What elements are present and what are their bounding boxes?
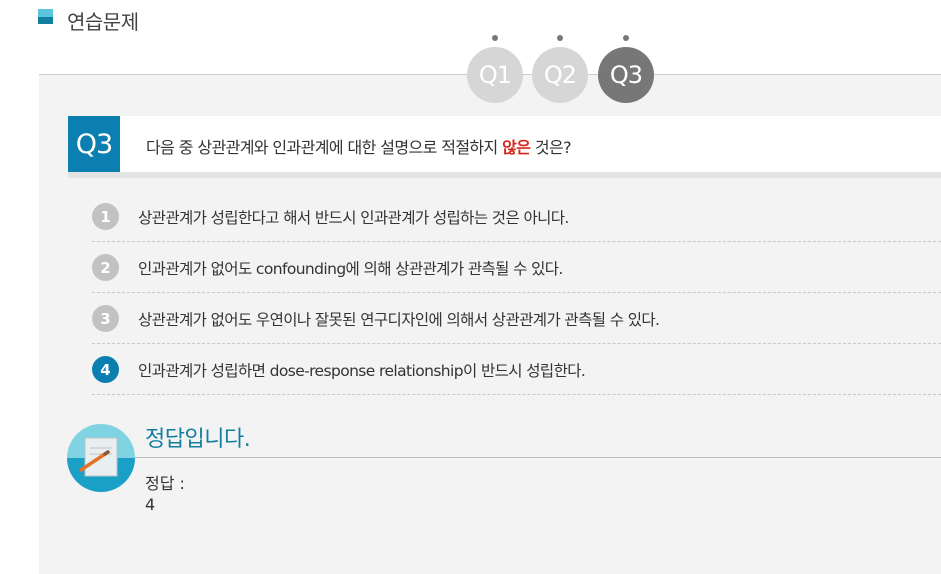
q1-indicator-dot	[492, 35, 498, 41]
option-text: 인과관계가 성립하면 dose-response relationship이 반…	[138, 362, 586, 380]
option-1[interactable]: 1 상관관계가 성립한다고 해서 반드시 인과관계가 성립하는 것은 아니다.	[92, 190, 941, 242]
option-number-badge: 2	[92, 254, 119, 281]
answer-divider	[135, 457, 941, 458]
option-4[interactable]: 4 인과관계가 성립하면 dose-response relationship이…	[92, 343, 941, 395]
answer-result-title: 정답입니다.	[145, 427, 251, 452]
note-pencil-icon	[67, 424, 135, 492]
question-text: 다음 중 상관관계와 인과관계에 대한 설명으로 적절하지 않은 것은?	[146, 134, 572, 158]
option-text: 상관관계가 없어도 우연이나 잘못된 연구디자인에 의해서 상관관계가 관측될 …	[138, 311, 660, 329]
question-nav-q1[interactable]: Q1	[467, 47, 523, 103]
answer-value: 4	[145, 495, 156, 514]
answer-label: 정답 :	[145, 474, 185, 493]
question-nav-q2[interactable]: Q2	[532, 47, 588, 103]
question-badge: Q3	[68, 116, 120, 172]
question-text-after: 것은?	[530, 138, 572, 157]
q3-indicator-dot	[623, 35, 629, 41]
option-3[interactable]: 3 상관관계가 없어도 우연이나 잘못된 연구디자인에 의해서 상관관계가 관측…	[92, 292, 941, 344]
option-text: 상관관계가 성립한다고 해서 반드시 인과관계가 성립하는 것은 아니다.	[138, 209, 569, 227]
question-text-before: 다음 중 상관관계와 인과관계에 대한 설명으로 적절하지	[146, 138, 503, 157]
page-title: 연습문제	[67, 10, 139, 34]
title-square-icon	[38, 9, 53, 24]
option-text: 인과관계가 없어도 confounding에 의해 상관관계가 관측될 수 있다…	[138, 260, 563, 278]
option-number-badge: 1	[92, 203, 119, 230]
question-nav-q3[interactable]: Q3	[598, 47, 654, 103]
q2-indicator-dot	[557, 35, 563, 41]
question-bar: Q3 다음 중 상관관계와 인과관계에 대한 설명으로 적절하지 않은 것은?	[68, 116, 941, 178]
option-number-badge: 3	[92, 305, 119, 332]
question-text-emphasis: 않은	[502, 138, 531, 157]
option-number-badge: 4	[92, 356, 119, 383]
option-2[interactable]: 2 인과관계가 없어도 confounding에 의해 상관관계가 관측될 수 …	[92, 241, 941, 293]
